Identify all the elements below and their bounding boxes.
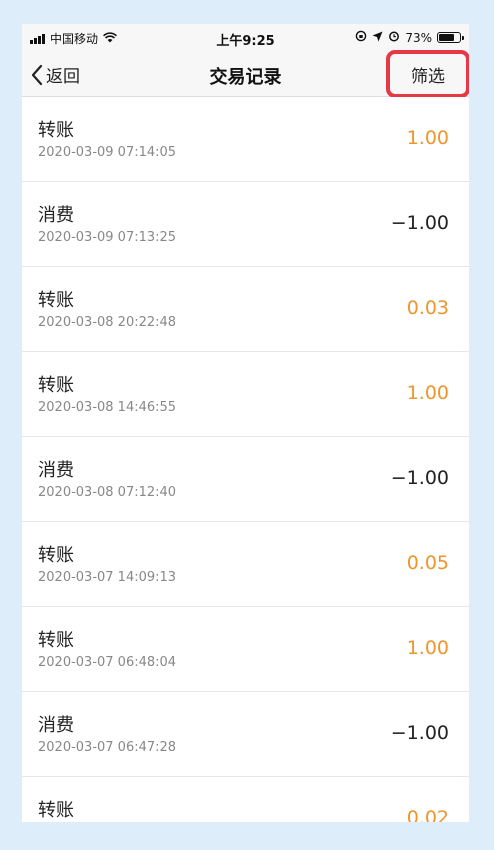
transaction-date: 2020-03-09 07:13:25 xyxy=(38,230,177,245)
transaction-amount: −1.00 xyxy=(390,722,449,744)
transaction-amount: 1.00 xyxy=(406,637,449,659)
transaction-name: 转账 xyxy=(38,545,74,566)
transaction-amount: 0.03 xyxy=(406,297,449,319)
list-item[interactable]: 转账 2020-03-09 07:14:05 1.00 xyxy=(22,97,469,182)
transaction-date: 2020-03-08 20:22:48 xyxy=(38,315,177,330)
filter-label: 筛选 xyxy=(411,66,445,87)
transaction-name: 转账 xyxy=(38,375,74,396)
list-item[interactable]: 转账 2020-03-07 14:09:13 0.05 xyxy=(22,522,469,607)
transaction-amount: −1.00 xyxy=(390,467,449,489)
transaction-date: 2020-03-08 14:46:55 xyxy=(38,400,177,415)
list-item[interactable]: 转账 2020-03-07 06:48:04 1.00 xyxy=(22,607,469,692)
list-item[interactable]: 消费 2020-03-08 07:12:40 −1.00 xyxy=(22,437,469,522)
nav-bar: 返回 交易记录 筛选 xyxy=(22,50,469,98)
battery-percent: 73% xyxy=(405,30,432,45)
transaction-name: 消费 xyxy=(38,715,74,736)
alarm-icon xyxy=(388,30,400,45)
transaction-name: 转账 xyxy=(38,630,74,651)
orientation-lock-icon xyxy=(355,30,367,45)
status-right: 73% xyxy=(355,30,464,45)
list-item[interactable]: 转账 2020-03-08 20:22:48 0.03 xyxy=(22,267,469,352)
transaction-date: 2020-03-08 07:12:40 xyxy=(38,485,177,500)
transaction-name: 消费 xyxy=(38,460,74,481)
transaction-date: 2020-03-07 14:09:13 xyxy=(38,570,177,585)
transaction-amount: 1.00 xyxy=(406,382,449,404)
battery-icon xyxy=(437,32,464,43)
filter-button[interactable]: 筛选 xyxy=(386,50,469,98)
transaction-list: 转账 2020-03-09 07:14:05 1.00 消费 2020-03-0… xyxy=(22,97,469,822)
list-item[interactable]: 转账 0.02 xyxy=(22,777,469,822)
transaction-name: 转账 xyxy=(38,800,74,821)
transaction-name: 消费 xyxy=(38,205,74,226)
list-item[interactable]: 转账 2020-03-08 14:46:55 1.00 xyxy=(22,352,469,437)
list-item[interactable]: 消费 2020-03-09 07:13:25 −1.00 xyxy=(22,182,469,267)
list-item[interactable]: 消费 2020-03-07 06:47:28 −1.00 xyxy=(22,692,469,777)
phone-screen: 中国移动 上午9:25 73% 返回 交易记录 筛选 转账 2020-03-09… xyxy=(22,24,469,822)
transaction-date: 2020-03-07 06:47:28 xyxy=(38,740,177,755)
transaction-amount: 0.05 xyxy=(406,552,449,574)
transaction-amount: 0.02 xyxy=(406,807,449,822)
transaction-date: 2020-03-07 06:48:04 xyxy=(38,655,177,670)
transaction-name: 转账 xyxy=(38,290,74,311)
transaction-date: 2020-03-09 07:14:05 xyxy=(38,145,177,160)
status-bar: 中国移动 上午9:25 73% xyxy=(22,24,469,52)
transaction-amount: −1.00 xyxy=(390,212,449,234)
transaction-amount: 1.00 xyxy=(406,127,449,149)
location-icon xyxy=(372,31,383,45)
transaction-name: 转账 xyxy=(38,120,74,141)
